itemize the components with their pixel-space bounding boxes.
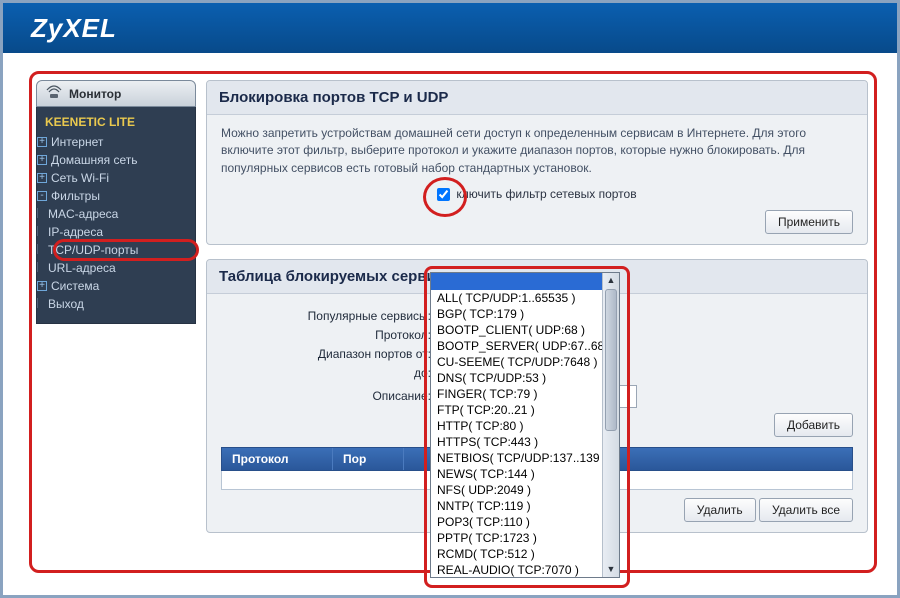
dropdown-option[interactable]: FINGER( TCP:79 ) [431, 386, 602, 402]
dropdown-option[interactable]: FTP( TCP:20..21 ) [431, 402, 602, 418]
scroll-down-icon[interactable]: ▼ [603, 562, 619, 577]
dropdown-option[interactable]: BOOTP_SERVER( UDP:67..68 ) [431, 338, 602, 354]
nav-url[interactable]: URL-адреса [37, 259, 195, 277]
dropdown-option[interactable]: CU-SEEME( TCP/UDP:7648 ) [431, 354, 602, 370]
col-protocol: Протокол [222, 448, 333, 470]
plus-icon: + [37, 155, 47, 165]
highlight-frame: Монитор KEENETIC LITE +Интернет +Домашня… [29, 71, 877, 573]
device-name: KEENETIC LITE [37, 113, 195, 133]
dropdown-option[interactable]: POP3( TCP:110 ) [431, 514, 602, 530]
nav-system[interactable]: +Система [37, 277, 195, 295]
wifi-router-icon [45, 85, 63, 102]
monitor-tab[interactable]: Монитор [36, 80, 196, 107]
dropdown-option[interactable]: BGP( TCP:179 ) [431, 306, 602, 322]
dropdown-option[interactable]: NNTP( TCP:119 ) [431, 498, 602, 514]
dropdown-option[interactable]: HTTPS( TCP:443 ) [431, 434, 602, 450]
dropdown-option[interactable]: NEWS( TCP:144 ) [431, 466, 602, 482]
scroll-thumb[interactable] [605, 289, 617, 431]
nav-logout[interactable]: Выход [37, 295, 195, 313]
dropdown-option[interactable]: DNS( TCP/UDP:53 ) [431, 370, 602, 386]
dropdown-option[interactable]: BOOTP_CLIENT( UDP:68 ) [431, 322, 602, 338]
plus-icon: + [37, 137, 47, 147]
port-block-panel: Блокировка портов TCP и UDP Можно запрет… [206, 80, 868, 245]
dropdown-option[interactable]: ALL( TCP/UDP:1..65535 ) [431, 290, 602, 306]
enable-filter-checkbox[interactable] [437, 188, 450, 201]
main-content: Блокировка портов TCP и UDP Можно запрет… [206, 80, 868, 564]
panel-title: Блокировка портов TCP и UDP [207, 81, 867, 115]
nav-filters[interactable]: -Фильтры [37, 187, 195, 205]
scroll-up-icon[interactable]: ▲ [603, 273, 619, 288]
monitor-label: Монитор [69, 87, 121, 101]
minus-icon: - [37, 191, 47, 201]
dropdown-option[interactable]: NFS( UDP:2049 ) [431, 482, 602, 498]
panel-description: Можно запретить устройствам домашней сет… [221, 125, 853, 177]
label-from: Диапазон портов от: [221, 347, 439, 361]
delete-all-button[interactable]: Удалить все [759, 498, 853, 522]
delete-button[interactable]: Удалить [684, 498, 756, 522]
label-protocol: Протокол: [221, 328, 439, 342]
nav-mac[interactable]: MAC-адреса [37, 205, 195, 223]
dropdown-option[interactable]: NETBIOS( TCP/UDP:137..139 ) [431, 450, 602, 466]
label-to: до: [221, 366, 439, 380]
nav-internet[interactable]: +Интернет [37, 133, 195, 151]
dropdown-option[interactable]: HTTP( TCP:80 ) [431, 418, 602, 434]
dropdown-list[interactable]: ALL( TCP/UDP:1..65535 )BGP( TCP:179 )BOO… [431, 273, 602, 577]
plus-icon: + [37, 281, 47, 291]
app-header: ZyXEL [3, 3, 897, 53]
brand-logo: ZyXEL [31, 13, 117, 44]
nav-tcp-udp[interactable]: TCP/UDP-порты [37, 241, 195, 259]
checkbox-label: ключить фильтр сетевых портов [456, 187, 636, 201]
apply-button[interactable]: Применить [765, 210, 853, 234]
dropdown-option[interactable]: RCMD( TCP:512 ) [431, 546, 602, 562]
scrollbar[interactable]: ▲ ▼ [602, 273, 619, 577]
col-port: Пор [333, 448, 404, 470]
sidebar-nav: KEENETIC LITE +Интернет +Домашняя сеть +… [36, 107, 196, 324]
nav-home-net[interactable]: +Домашняя сеть [37, 151, 195, 169]
nav-ip[interactable]: IP-адреса [37, 223, 195, 241]
dropdown-option[interactable]: REAL-AUDIO( TCP:7070 ) [431, 562, 602, 577]
dropdown-option[interactable]: PPTP( TCP:1723 ) [431, 530, 602, 546]
dropdown-option[interactable] [431, 273, 602, 290]
nav-wifi[interactable]: +Сеть Wi-Fi [37, 169, 195, 187]
label-desc: Описание: [221, 389, 439, 403]
plus-icon: + [37, 173, 47, 183]
label-popular: Популярные сервисы: [221, 309, 439, 323]
add-button[interactable]: Добавить [774, 413, 853, 437]
services-dropdown[interactable]: ALL( TCP/UDP:1..65535 )BGP( TCP:179 )BOO… [430, 272, 620, 578]
